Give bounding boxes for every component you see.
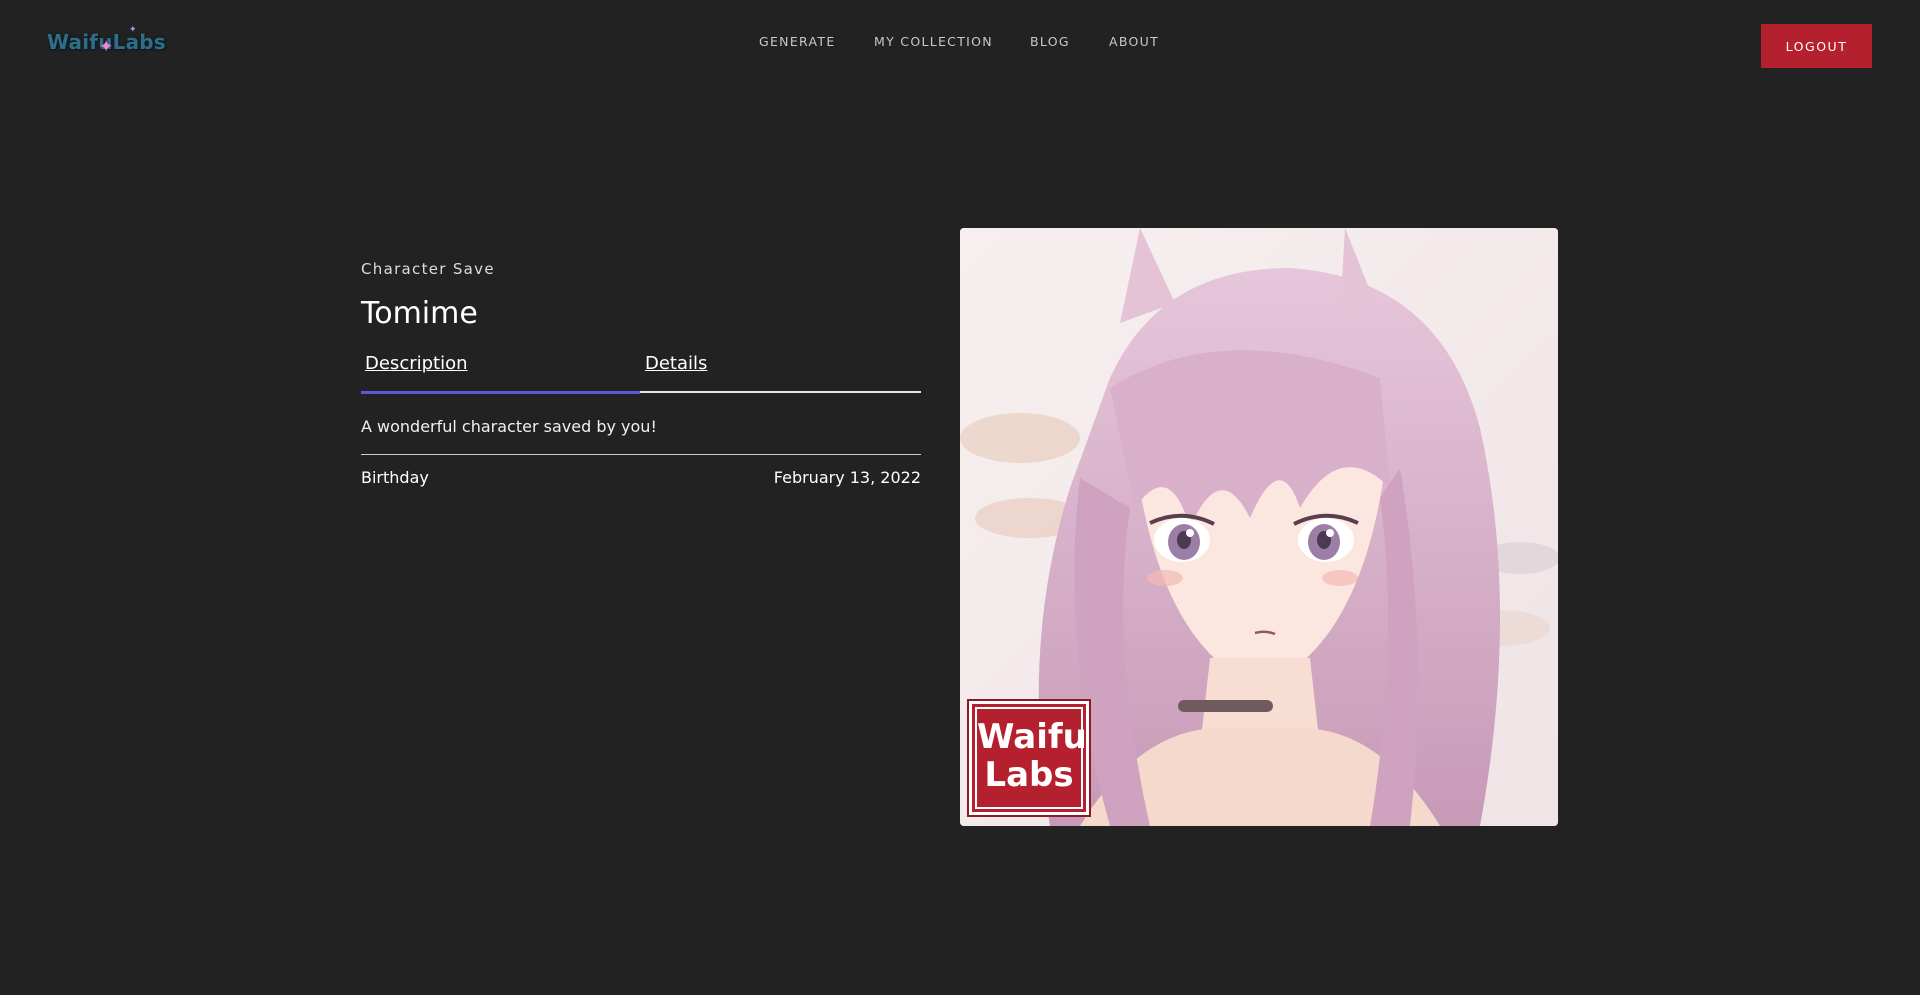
nav-my-collection[interactable]: MY COLLECTION (874, 34, 993, 49)
page-subtitle: Character Save (361, 260, 495, 278)
waifulabs-watermark-badge: Waifu Labs (967, 699, 1091, 817)
logout-button[interactable]: LOGOUT (1761, 24, 1872, 68)
nav-blog[interactable]: BLOG (1030, 34, 1070, 49)
tab-underline (640, 391, 921, 393)
character-description: A wonderful character saved by you! (361, 417, 657, 436)
badge-line-1: Waifu (977, 717, 1087, 757)
badge-line-2: Labs (984, 755, 1074, 795)
birthday-label: Birthday (361, 468, 429, 487)
divider (361, 454, 921, 455)
top-nav-bar: WaifuLabs ✦ ✦ GENERATE MY COLLECTION BLO… (0, 0, 1920, 90)
character-name: Tomime (361, 296, 478, 331)
tab-description[interactable]: Description (365, 353, 468, 374)
sparkle-icon: ✦ (99, 37, 114, 57)
nav-generate[interactable]: GENERATE (759, 34, 836, 49)
character-info-panel: Character Save Tomime Description Detail… (361, 260, 921, 498)
detail-row-birthday: Birthday February 13, 2022 (361, 468, 921, 498)
tab-bar: Description Details (361, 353, 921, 395)
birthday-value: February 13, 2022 (773, 468, 921, 487)
active-tab-indicator (361, 391, 640, 394)
waifulabs-logo[interactable]: WaifuLabs ✦ ✦ (47, 25, 166, 62)
tab-details[interactable]: Details (645, 353, 707, 374)
character-portrait: Waifu Labs (960, 228, 1558, 826)
small-sparkle-icon: ✦ (129, 25, 137, 35)
nav-about[interactable]: ABOUT (1109, 34, 1159, 49)
